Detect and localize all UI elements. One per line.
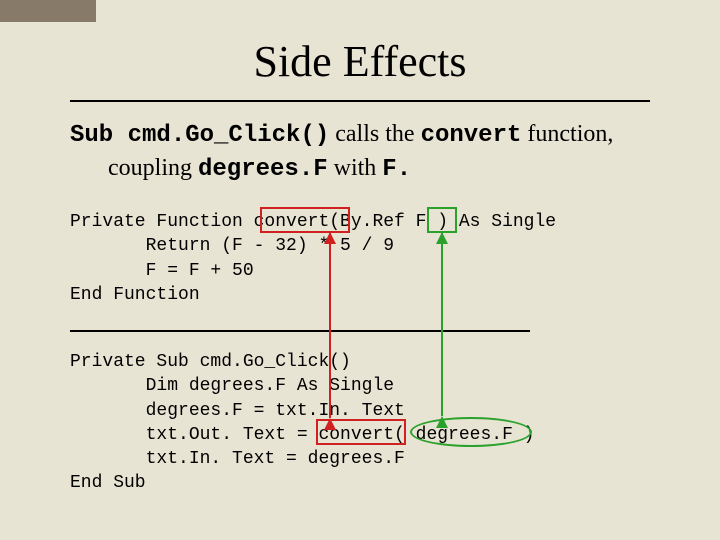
- code-block-function: Private Function convert(By.Ref F ) As S…: [70, 210, 690, 307]
- code-block-sub: Private Sub cmd.Go_Click() Dim degrees.F…: [70, 350, 690, 496]
- explain-text-3: coupling: [108, 155, 198, 181]
- slide-title: Side Effects: [0, 36, 720, 87]
- slide: Side Effects Sub cmd.Go_Click() calls th…: [0, 0, 720, 540]
- explain-text-2: function,: [521, 121, 613, 147]
- explain-code-f: F.: [382, 156, 411, 183]
- explain-text-1: calls the: [329, 121, 420, 147]
- explain-code-sub: Sub cmd.Go_Click(): [70, 122, 329, 149]
- top-accent-bar: [0, 0, 96, 22]
- code-divider: [70, 330, 530, 332]
- explanation-text: Sub cmd.Go_Click() calls the convert fun…: [70, 118, 680, 187]
- explain-code-degreesf: degrees.F: [198, 156, 328, 183]
- title-divider: [70, 100, 650, 102]
- explain-text-4: with: [328, 155, 383, 181]
- explain-code-convert: convert: [421, 122, 522, 149]
